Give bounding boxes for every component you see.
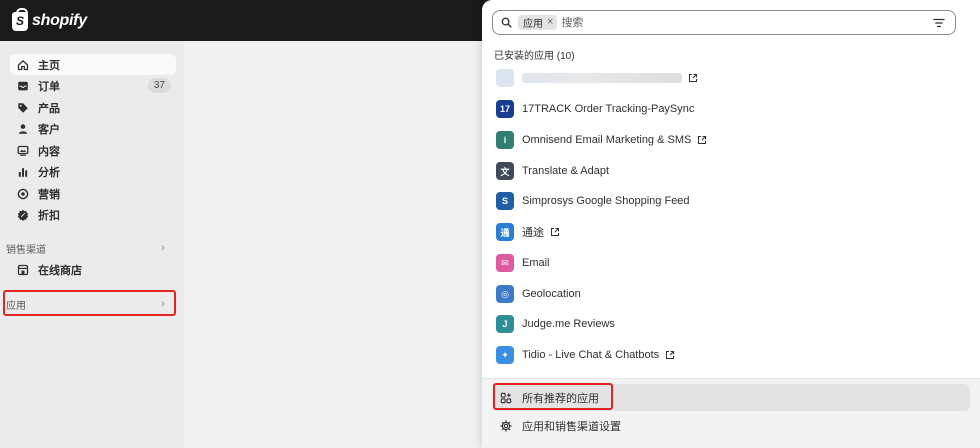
sidebar-item-label: 客户: [38, 123, 60, 136]
orders-count-badge: 37: [147, 78, 171, 93]
apps-filter-chip[interactable]: 应用 ×: [518, 15, 558, 30]
app-row-simprosys[interactable]: S Simprosys Google Shopping Feed: [496, 191, 966, 211]
sidebar-item-label: 主页: [38, 59, 60, 72]
app-row-blurred[interactable]: [496, 68, 966, 88]
content-icon: [17, 145, 29, 157]
app-row-geolocation[interactable]: ◎ Geolocation: [496, 284, 966, 304]
judgeme-icon: J: [496, 315, 514, 333]
installed-apps-title: 已安装的应用 (10): [494, 51, 575, 62]
sidebar-item-label: 折扣: [38, 209, 60, 222]
external-link-icon: [688, 73, 698, 83]
tongtu-icon: 通: [496, 223, 514, 241]
simprosys-icon: S: [496, 192, 514, 210]
app-name: 通途: [522, 227, 544, 239]
app-row-17track[interactable]: 17 17TRACK Order Tracking-PaySync: [496, 99, 966, 119]
external-link-icon: [665, 350, 675, 360]
17track-icon: 17: [496, 100, 514, 118]
sidebar-item-discounts[interactable]: 折扣: [10, 204, 176, 225]
sidebar-item-label: 产品: [38, 102, 60, 115]
sidebar-item-content[interactable]: 内容: [10, 140, 176, 161]
apps-channels-settings-link[interactable]: 应用和销售渠道设置: [492, 412, 970, 439]
search-input[interactable]: [561, 13, 922, 32]
recommended-highlight-box: [493, 383, 613, 410]
search-icon: [501, 17, 512, 28]
close-icon[interactable]: ×: [547, 17, 553, 28]
blurred-app-icon: [496, 69, 514, 87]
search-box[interactable]: 应用 ×: [492, 10, 956, 35]
sidebar-item-marketing[interactable]: 营销: [10, 183, 176, 204]
shopify-logo[interactable]: shopify: [12, 7, 87, 32]
geolocation-icon: ◎: [496, 285, 514, 303]
sidebar-item-online-store[interactable]: 在线商店: [10, 259, 176, 280]
sidebar: 主页 订单 37 产品 客户 内容 分析 营销 折扣 销售渠道 › 在线商店 应…: [0, 41, 184, 448]
filter-icon[interactable]: [933, 17, 945, 29]
logo-text: shopify: [32, 12, 87, 29]
sidebar-item-analytics[interactable]: 分析: [10, 161, 176, 182]
chevron-right-icon: ›: [161, 242, 165, 254]
app-name: Judge.me Reviews: [522, 318, 615, 330]
email-icon: ✉: [496, 254, 514, 272]
app-row-translate-adapt[interactable]: 文 Translate & Adapt: [496, 161, 966, 181]
sales-channels-header[interactable]: 销售渠道 ›: [6, 240, 172, 256]
chip-label: 应用: [523, 19, 543, 30]
app-search-panel: 应用 × 已安装的应用 (10) 17 17TRACK Order Tracki…: [482, 0, 980, 448]
store-icon: [17, 264, 29, 276]
chart-icon: [17, 166, 29, 178]
inbox-icon: [17, 80, 29, 92]
sidebar-item-label: 内容: [38, 145, 60, 158]
app-row-omnisend[interactable]: i Omnisend Email Marketing & SMS: [496, 130, 966, 150]
app-row-tidio[interactable]: ✦ Tidio - Live Chat & Chatbots: [496, 345, 966, 365]
apps-highlight-box: [3, 290, 176, 316]
discount-icon: [17, 209, 29, 221]
sales-channels-label: 销售渠道: [6, 244, 46, 256]
person-icon: [17, 123, 29, 135]
external-link-icon: [697, 135, 707, 145]
sidebar-item-label: 营销: [38, 188, 60, 201]
app-name: Translate & Adapt: [522, 165, 610, 177]
sidebar-item-label: 订单: [38, 80, 60, 93]
sidebar-item-label: 在线商店: [38, 264, 82, 277]
gear-icon: [500, 419, 512, 432]
home-icon: [17, 59, 29, 71]
omnisend-icon: i: [496, 131, 514, 149]
sidebar-item-home[interactable]: 主页: [10, 54, 176, 75]
app-name: 17TRACK Order Tracking-PaySync: [522, 103, 695, 115]
target-icon: [17, 188, 29, 200]
app-row-email[interactable]: ✉ Email: [496, 253, 966, 273]
sidebar-item-products[interactable]: 产品: [10, 97, 176, 118]
tag-icon: [17, 102, 29, 114]
app-row-tongtu[interactable]: 通 通途: [496, 222, 966, 242]
shopify-bag-icon: [12, 7, 28, 31]
tidio-icon: ✦: [496, 346, 514, 364]
app-name: [522, 73, 682, 83]
sidebar-item-customers[interactable]: 客户: [10, 118, 176, 139]
app-name: Geolocation: [522, 288, 581, 300]
app-name: Email: [522, 257, 550, 269]
sidebar-item-orders[interactable]: 订单 37: [10, 75, 176, 96]
external-link-icon: [550, 227, 560, 237]
app-name: Simprosys Google Shopping Feed: [522, 195, 690, 207]
app-name: Tidio - Live Chat & Chatbots: [522, 349, 660, 361]
app-row-judgeme[interactable]: J Judge.me Reviews: [496, 314, 966, 334]
footer-link-label: 应用和销售渠道设置: [522, 420, 621, 433]
app-name: Omnisend Email Marketing & SMS: [522, 134, 692, 146]
sidebar-item-label: 分析: [38, 166, 60, 179]
translate-icon: 文: [496, 162, 514, 180]
